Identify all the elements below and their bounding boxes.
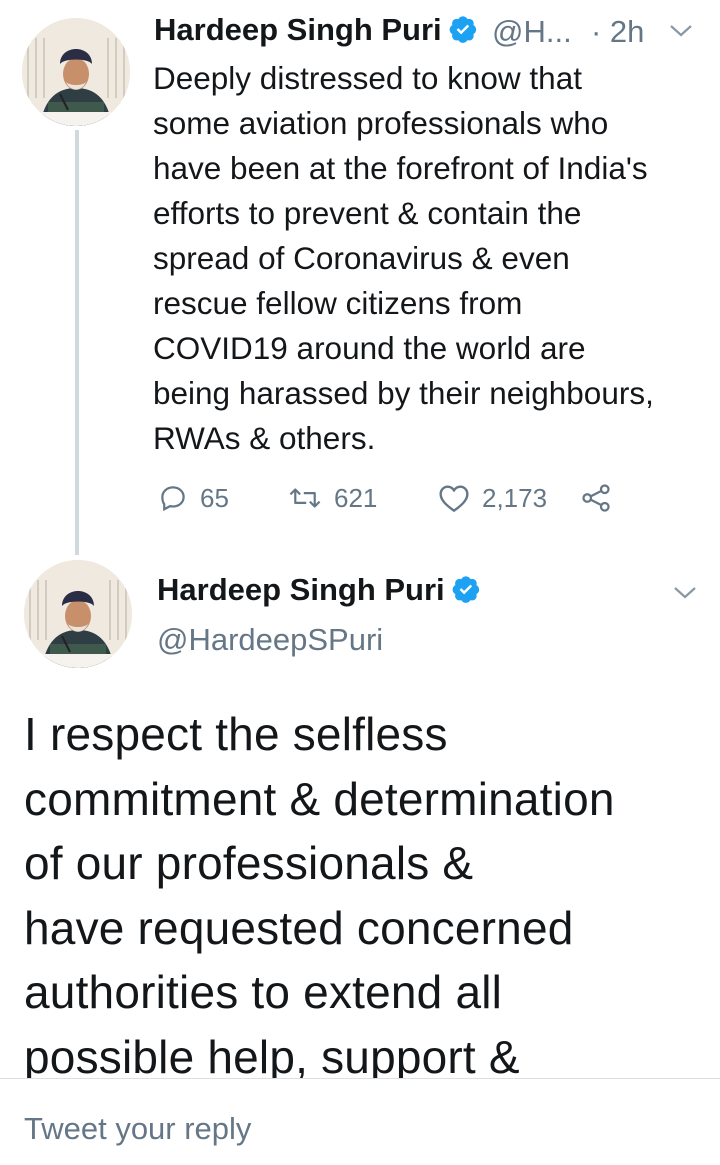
chevron-down-icon[interactable] (672, 584, 698, 607)
tweet2-text: I respect the selfless commitment & dete… (24, 708, 615, 1083)
timestamp: · 2h (591, 14, 645, 49)
tweet1-handle[interactable]: @H... (492, 14, 572, 50)
tweet2-handle[interactable]: @HardeepSPuri (157, 622, 383, 658)
author-name: Hardeep Singh Puri (157, 572, 445, 607)
share-button[interactable] (580, 478, 612, 518)
avatar-photo (24, 560, 132, 668)
avatar[interactable] (22, 18, 130, 126)
author-name: Hardeep Singh Puri (154, 12, 442, 47)
tweet1-text: Deeply distressed to know that some avia… (153, 60, 654, 456)
tweet2-author[interactable]: Hardeep Singh Puri (157, 572, 481, 612)
share-icon (582, 484, 610, 512)
chevron-down-icon[interactable] (668, 22, 694, 45)
reply-icon (161, 486, 185, 512)
reply-button[interactable]: 65 (158, 478, 229, 518)
verified-badge-icon (451, 574, 481, 612)
reply-composer[interactable]: Tweet your reply (0, 1078, 720, 1165)
avatar-photo (22, 18, 130, 126)
retweet-icon (289, 488, 321, 508)
tweet1-timestamp: · 2h (591, 14, 644, 50)
retweet-button[interactable]: 621 (288, 478, 377, 518)
tweet1-author[interactable]: Hardeep Singh Puri (154, 12, 478, 52)
reply-input[interactable]: Tweet your reply (24, 1111, 251, 1147)
like-count: 2,173 (482, 482, 548, 513)
reply-count: 65 (200, 482, 229, 513)
thread-connector-line (75, 130, 79, 555)
verified-badge-icon (448, 14, 478, 52)
retweet-count: 621 (334, 482, 378, 513)
like-button[interactable]: 2,173 (438, 478, 547, 518)
avatar[interactable] (24, 560, 132, 668)
like-icon (439, 485, 469, 513)
